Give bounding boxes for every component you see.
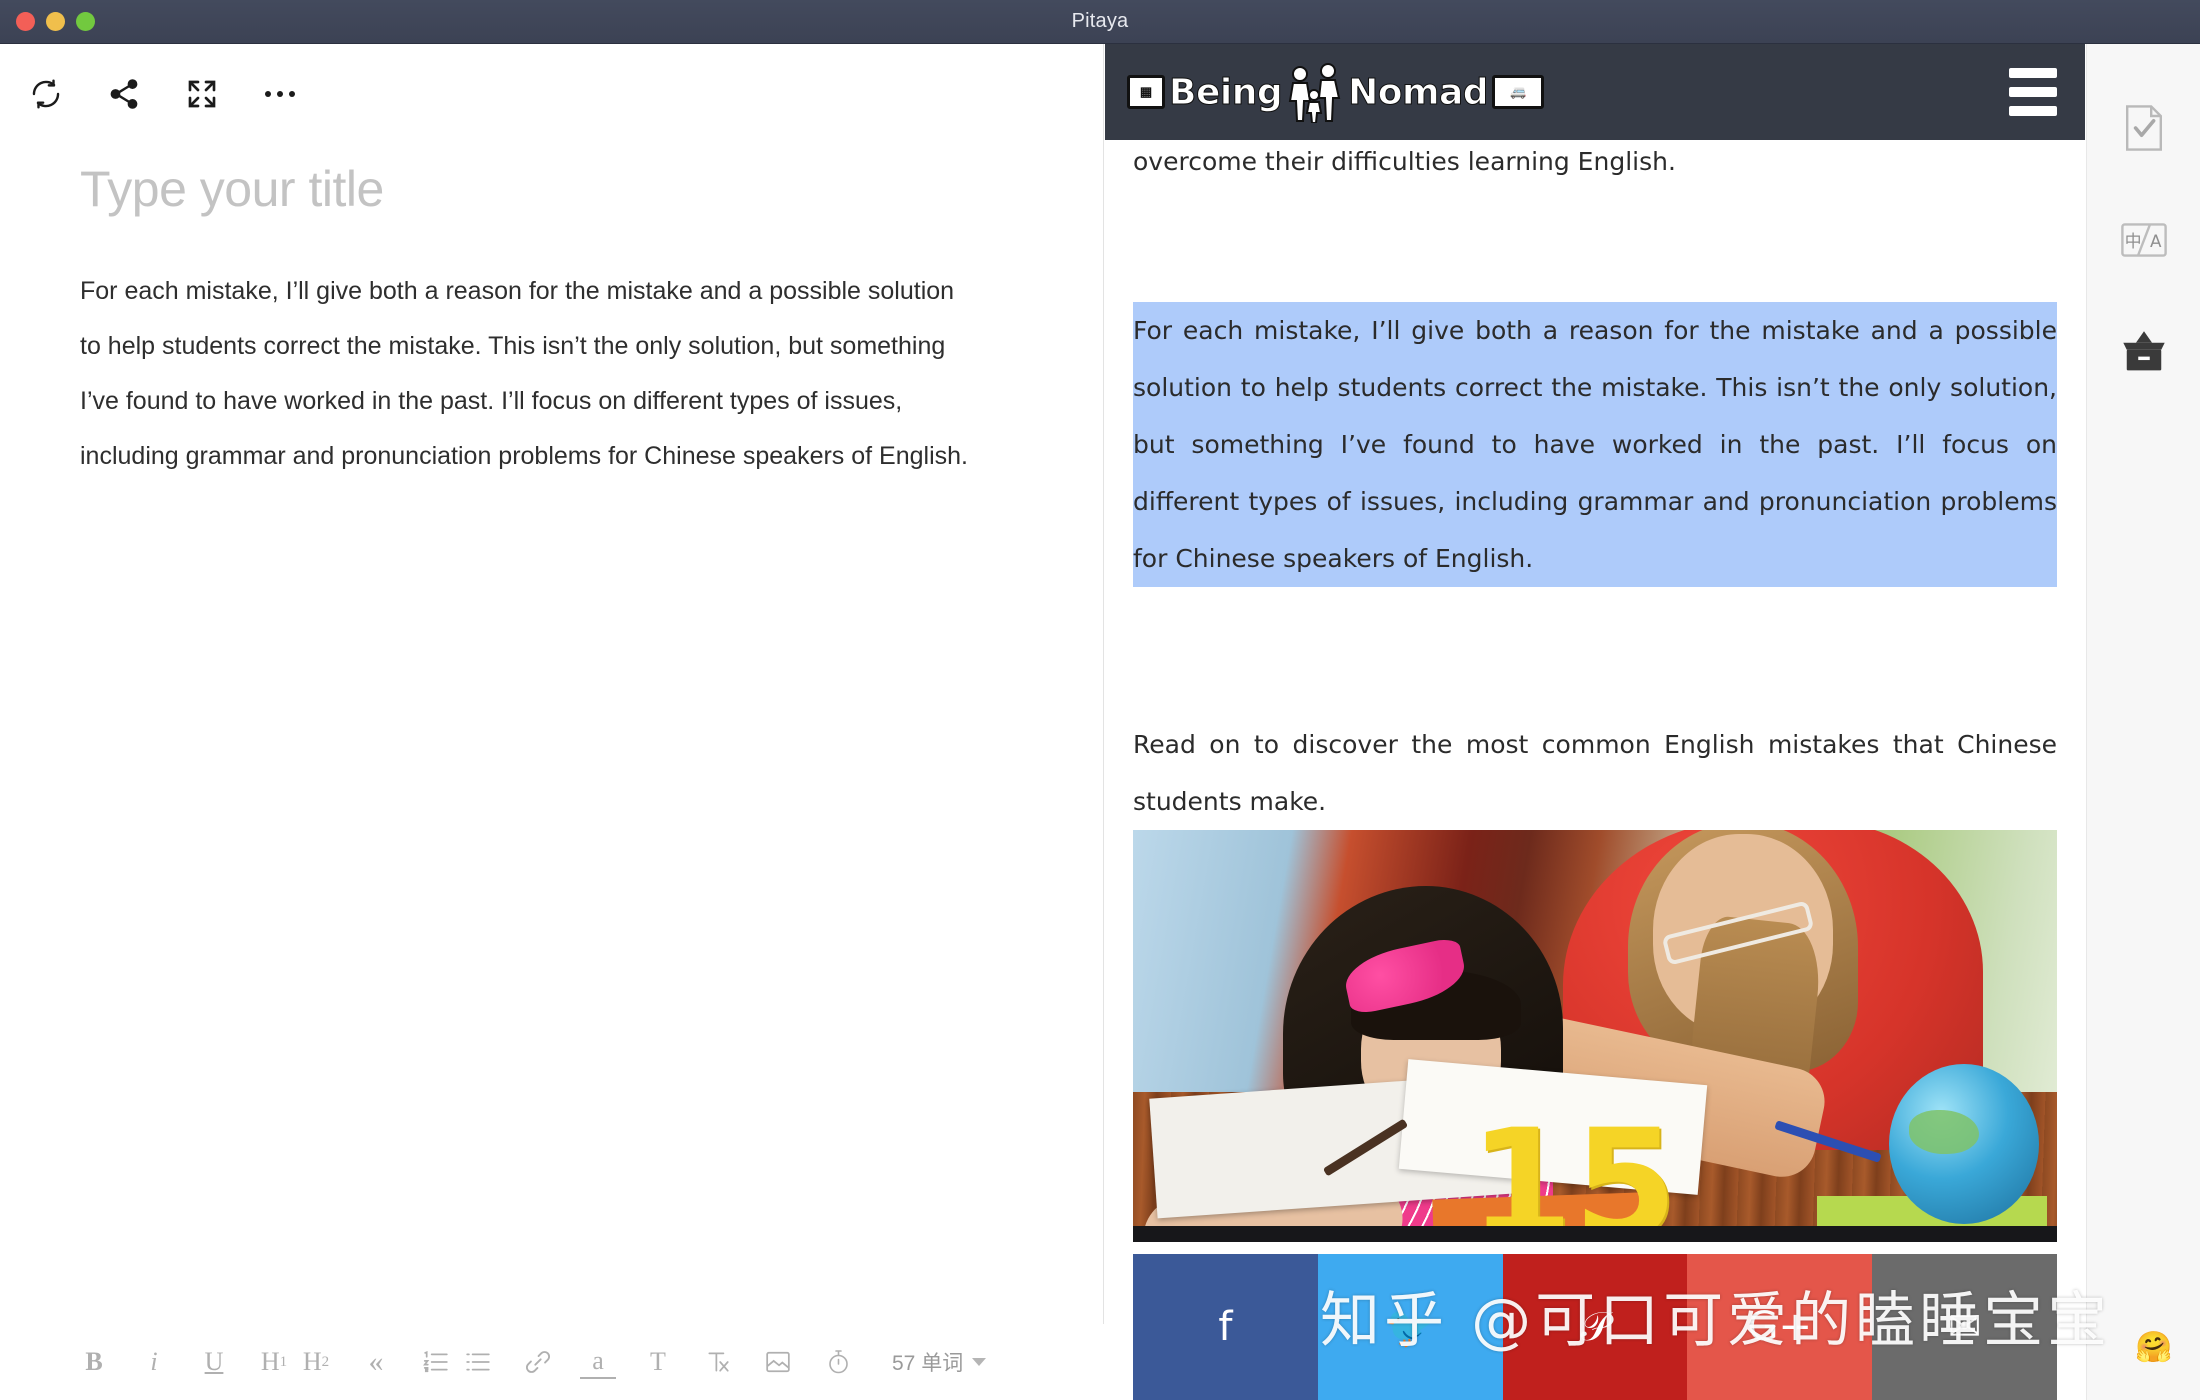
minimize-button[interactable] [46, 12, 65, 31]
site-logo[interactable]: ▦ Being Nomad 🚐 [1127, 61, 1545, 123]
zoom-button[interactable] [76, 12, 95, 31]
editor-toolbar [0, 44, 1103, 122]
text-style-icon[interactable]: T [640, 1339, 676, 1385]
photo-overlay-number: 15 [1469, 1098, 1678, 1242]
preview-paragraph-below: Read on to discover the most common Engl… [1133, 730, 2057, 816]
chevron-down-icon [972, 1358, 987, 1366]
highlight-icon[interactable]: a [580, 1345, 616, 1379]
insert-image-icon[interactable] [760, 1339, 796, 1385]
word-count-label: 57 单词 [892, 1352, 964, 1375]
svg-text:A: A [2150, 231, 2162, 251]
logo-text-nomad: Nomad [1348, 71, 1489, 113]
timer-icon[interactable] [820, 1339, 856, 1385]
share-email[interactable]: ✉ [1872, 1254, 2057, 1400]
app-window: Pitaya Type your title For each mistake,… [0, 0, 2200, 1400]
window-title: Pitaya [1071, 10, 1129, 32]
logo-film-icon: ▦ [1127, 75, 1165, 109]
document-body-editor[interactable]: For each mistake, I’ll give both a reaso… [80, 264, 970, 484]
menu-icon[interactable] [2009, 68, 2057, 116]
clear-format-icon[interactable] [700, 1339, 736, 1385]
link-icon[interactable] [520, 1339, 556, 1385]
underline-icon[interactable]: U [196, 1339, 232, 1385]
close-button[interactable] [16, 12, 35, 31]
unordered-list-icon[interactable] [460, 1339, 496, 1385]
proofread-icon[interactable] [2116, 100, 2172, 156]
logo-caravan-icon: 🚐 [1492, 75, 1545, 109]
site-header-bar: ▦ Being Nomad 🚐 [1105, 44, 2085, 140]
translate-icon[interactable]: 中 A [2116, 212, 2172, 268]
logo-text-being: Being [1168, 71, 1283, 113]
sync-icon[interactable] [24, 72, 68, 116]
more-icon[interactable] [258, 72, 302, 116]
preview-pane[interactable]: ▦ Being Nomad 🚐 …to Chin [1105, 44, 2085, 1400]
word-count-selector[interactable]: 57 单词 [892, 1347, 987, 1377]
traffic-light-group [0, 12, 95, 31]
archive-icon[interactable] [2116, 324, 2172, 380]
right-icon-rail: 中 A [2086, 44, 2200, 1400]
share-pinterest[interactable]: 𝒫 [1502, 1254, 1688, 1400]
fullscreen-icon[interactable] [180, 72, 224, 116]
svg-text:中: 中 [2124, 231, 2141, 251]
format-toolbar: B i U H1 H2 « a T 57 单词 [0, 1324, 1104, 1400]
bold-icon[interactable]: B [76, 1339, 112, 1385]
editor-pane: Type your title For each mistake, I’ll g… [0, 44, 1104, 1400]
document-title-input[interactable]: Type your title [80, 160, 1103, 218]
share-twitter[interactable]: 🐦 [1317, 1254, 1503, 1400]
selected-text: For each mistake, I’ll give both a reaso… [1133, 313, 2057, 576]
article-photo: 15 [1133, 830, 2057, 1242]
share-facebook[interactable]: f [1133, 1254, 1318, 1400]
share-googleplus[interactable]: G+ [1687, 1254, 1873, 1400]
preview-paragraph-selected[interactable]: For each mistake, I’ll give both a reaso… [1133, 302, 2057, 587]
watermark-emoji: 🤗 [2135, 1331, 2173, 1364]
heading1-icon[interactable]: H1 [256, 1339, 292, 1385]
ordered-list-icon[interactable] [418, 1339, 454, 1385]
italic-icon[interactable]: i [136, 1339, 172, 1385]
social-share-bar: f 🐦 𝒫 G+ ✉ [1133, 1254, 2057, 1400]
share-icon[interactable] [102, 72, 146, 116]
blockquote-icon[interactable]: « [358, 1339, 394, 1385]
window-titlebar: Pitaya [0, 0, 2200, 44]
logo-family-icon [1286, 61, 1344, 123]
heading2-icon[interactable]: H2 [298, 1339, 334, 1385]
